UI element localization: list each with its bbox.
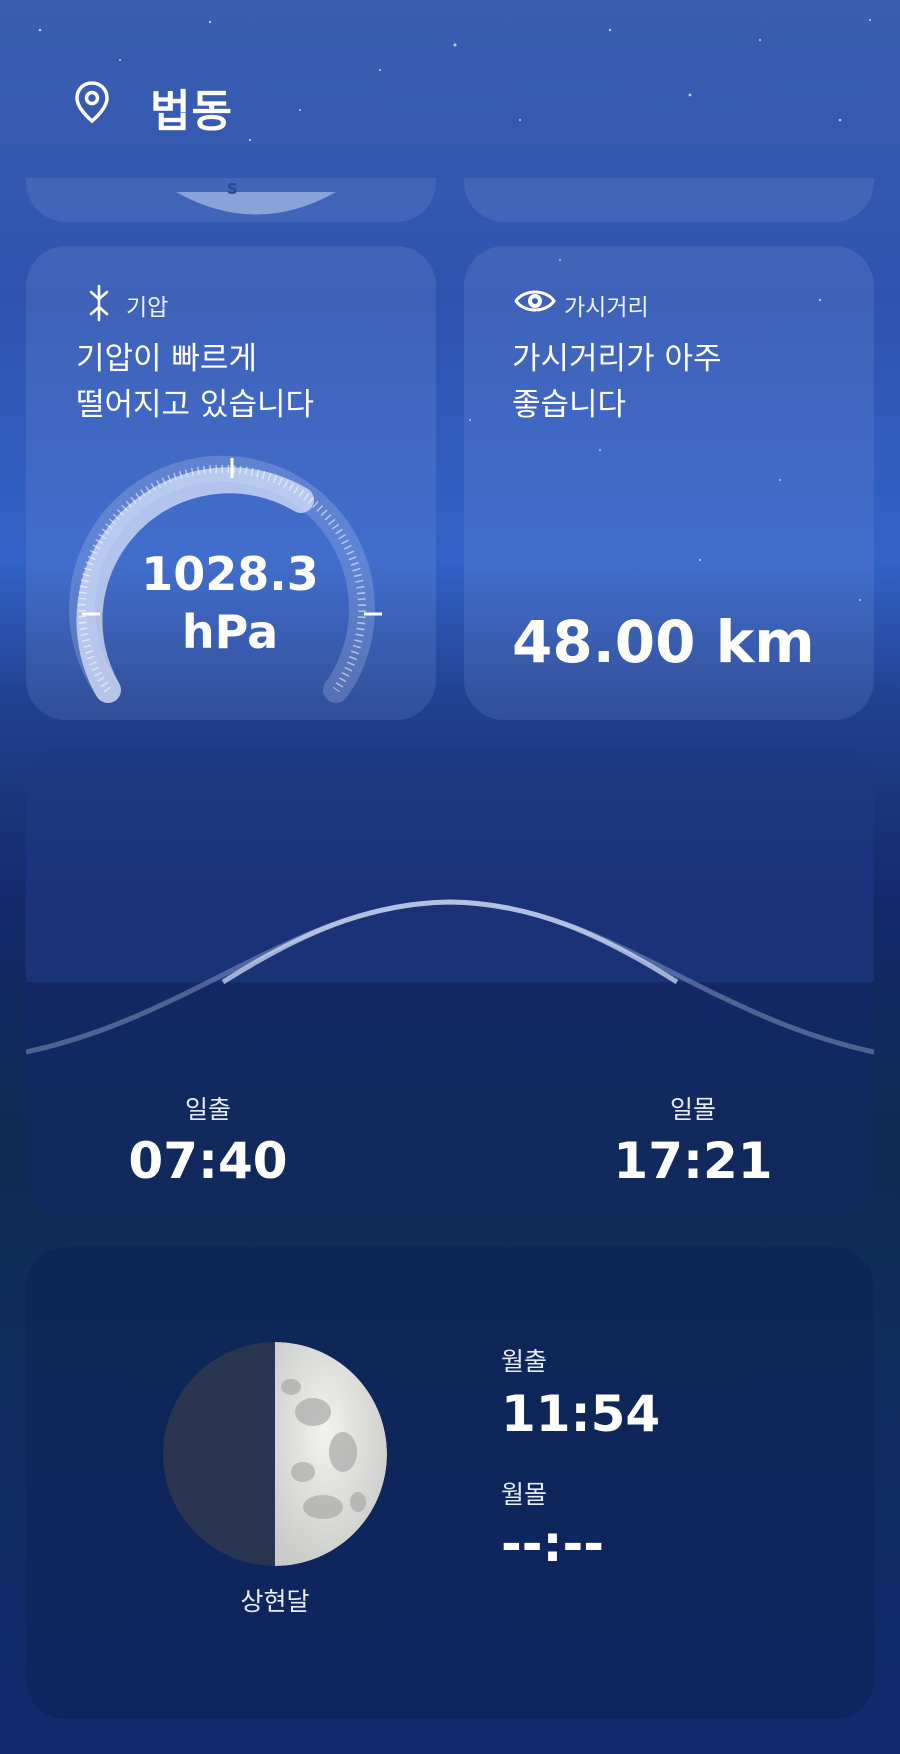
sunset-time: 17:21	[613, 1132, 773, 1190]
visibility-description-line1: 가시거리가 아주	[512, 341, 722, 377]
pressure-value: 1028.3 hPa	[110, 545, 350, 661]
moonset-time: --:--	[501, 1515, 605, 1573]
sunrise-label: 일출	[184, 1095, 231, 1124]
card-stub-right	[464, 178, 874, 222]
visibility-label: 가시거리	[564, 295, 649, 321]
pressure-number: 1028.3	[141, 547, 319, 601]
eye-icon	[514, 290, 556, 312]
moonset-label: 월몰	[501, 1480, 548, 1509]
location-pin-icon[interactable]	[74, 80, 110, 124]
visibility-value: 48.00 km	[512, 608, 815, 676]
compass-south-label: S	[227, 180, 238, 198]
location-title[interactable]: 법동	[150, 75, 233, 139]
pressure-unit: hPa	[181, 605, 279, 659]
moon-phase-label: 상현달	[240, 1587, 310, 1616]
compass-dial	[176, 192, 336, 215]
sun-card[interactable]: 일출 07:40 일몰 17:21	[26, 746, 874, 1218]
moonrise-time: 11:54	[501, 1385, 661, 1443]
app-header: 법동	[0, 0, 900, 180]
visibility-description-line2: 좋습니다	[512, 387, 627, 423]
sunrise-time: 07:40	[128, 1132, 288, 1190]
moon-card[interactable]: 상현달 월출 11:54 월몰 --:--	[26, 1247, 874, 1719]
moon-phase-icon	[163, 1342, 387, 1566]
moonrise-label: 월출	[501, 1347, 548, 1376]
sunset-label: 일몰	[669, 1095, 716, 1124]
